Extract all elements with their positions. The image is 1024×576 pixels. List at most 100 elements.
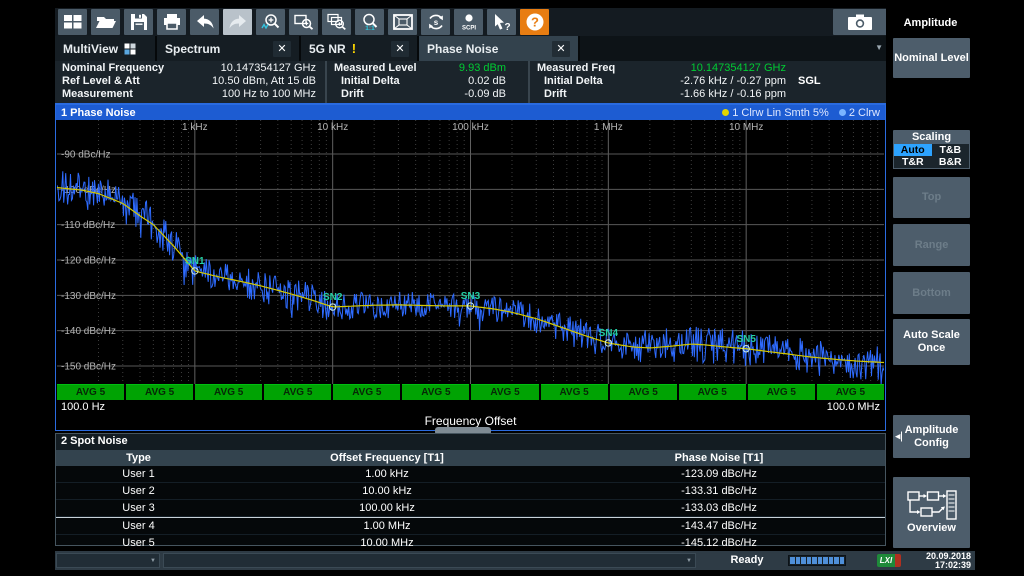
zoom-one-to-one-button[interactable]: 1:1	[355, 9, 384, 35]
scaling-option-t-b[interactable]: T&B	[932, 144, 970, 156]
spot-noise-row: User 41.00 MHz-143.47 dBc/Hz	[56, 517, 885, 535]
phase-noise-window: 1 Phase Noise 1 Clrw Lin Smth 5% 2 Clrw …	[55, 104, 886, 431]
svg-text:-140 dBc/Hz: -140 dBc/Hz	[61, 326, 116, 337]
info-label: Initial Delta	[537, 75, 603, 88]
scpi-icon: SCPI	[458, 13, 480, 31]
scpi-recorder-button[interactable]: SCPI	[454, 9, 483, 35]
display-frame-button[interactable]	[388, 9, 417, 35]
zoom-multiple-button[interactable]	[322, 9, 351, 35]
help-button[interactable]: ?	[520, 9, 549, 35]
tab-5g-nr-close-icon[interactable]: ✕	[391, 41, 409, 57]
context-help-button[interactable]: ?	[487, 9, 516, 35]
header-info-row: Nominal Frequency10.147354127 GHz	[55, 62, 325, 75]
phase-noise-window-title: 1 Phase Noise	[61, 107, 136, 119]
print-button[interactable]	[157, 9, 186, 35]
status-time: 17:02:39	[926, 561, 971, 570]
info-label: Drift	[334, 88, 364, 101]
zoom-display-button[interactable]	[256, 9, 285, 35]
save-icon	[128, 13, 150, 31]
save-button[interactable]	[124, 9, 153, 35]
tab-spectrum-close-icon[interactable]: ✕	[273, 41, 291, 57]
windows-button[interactable]	[58, 9, 87, 35]
zoom-multiple-icon	[326, 13, 348, 31]
progress-segment	[801, 557, 806, 564]
tab-overflow-icon[interactable]: ▼	[875, 43, 883, 52]
nominal-level-button[interactable]: Nominal Level	[893, 38, 970, 78]
tab-phase-noise-close-icon[interactable]: ✕	[552, 41, 570, 57]
top-button[interactable]: Top	[893, 177, 970, 218]
scaling-option-t-r[interactable]: T&R	[894, 156, 932, 168]
spot-noise-cell: User 1	[56, 466, 221, 482]
tab-5g-nr[interactable]: 5G NR ! ✕	[301, 36, 419, 61]
header-info-row: Measured Freq10.147354127 GHz	[530, 62, 886, 75]
range-button[interactable]: Range	[893, 224, 970, 266]
status-bar: ▼ ▼ Ready LXI 20.09.2018 17:02:39	[55, 551, 975, 570]
avg-count-segment: AVG 5	[264, 384, 331, 400]
top-label: Top	[922, 191, 941, 204]
avg-count-segment: AVG 5	[817, 384, 884, 400]
spot-noise-cell: -145.12 dBc/Hz	[553, 535, 885, 551]
measurement-header: Nominal Frequency10.147354127 GHzRef Lev…	[55, 61, 886, 104]
tab-bar: MultiView Spectrum ✕ 5G NR ! ✕ Phase Noi…	[55, 36, 893, 61]
open-file-button[interactable]	[91, 9, 120, 35]
zoom-area-button[interactable]	[289, 9, 318, 35]
tab-multiview[interactable]: MultiView	[55, 36, 157, 61]
svg-text:-90 dBc/Hz: -90 dBc/Hz	[61, 150, 110, 161]
amplitude-config-button[interactable]: ◀ Amplitude Config	[893, 415, 970, 458]
avg-count-segment: AVG 5	[748, 384, 815, 400]
warning-icon: !	[352, 41, 356, 56]
column-header-type: Type	[56, 450, 221, 466]
info-value: 10.147354127 GHz	[615, 62, 786, 75]
undo-button[interactable]	[190, 9, 219, 35]
zoom-display-icon	[260, 13, 282, 31]
redo-button[interactable]	[223, 9, 252, 35]
sweep-refresh-icon: s	[425, 13, 447, 31]
overview-flowchart-icon	[906, 490, 958, 520]
average-count-bar: AVG 5AVG 5AVG 5AVG 5AVG 5AVG 5AVG 5AVG 5…	[57, 384, 884, 400]
svg-text:-150 dBc/Hz: -150 dBc/Hz	[61, 361, 116, 372]
info-label: Measured Freq	[537, 62, 615, 75]
open-file-icon	[95, 13, 117, 31]
screenshot-button[interactable]	[833, 9, 887, 35]
header-info-row: Initial Delta-2.76 kHz / -0.27 ppmSGL	[530, 75, 886, 88]
bottom-label: Bottom	[912, 287, 951, 300]
spot-noise-cell: 1.00 kHz	[221, 466, 553, 482]
tab-5g-nr-label: 5G NR	[309, 42, 346, 56]
multiview-grid-icon	[124, 43, 136, 55]
bottom-button[interactable]: Bottom	[893, 272, 970, 314]
instrument-screen: 1:1 s SCPI	[55, 8, 975, 570]
scaling-option-auto[interactable]: Auto	[894, 144, 932, 156]
svg-text:100 kHz: 100 kHz	[452, 122, 489, 133]
progress-segment	[796, 557, 801, 564]
spot-noise-cell: -133.31 dBc/Hz	[553, 483, 885, 499]
phase-noise-chart[interactable]: 1 kHz10 kHz100 kHz1 MHz10 MHz-90 dBc/Hz-…	[57, 120, 884, 384]
overview-button[interactable]: Overview	[893, 477, 970, 548]
header-info-row: Ref Level & Att10.50 dBm, Att 15 dB	[55, 75, 325, 88]
trace1-legend-label: 1 Clrw Lin Smth 5%	[732, 107, 829, 119]
progress-segment	[829, 557, 834, 564]
header-column-level: Measured Level9.93 dBmInitial Delta0.02 …	[327, 61, 530, 103]
progress-segment	[834, 557, 839, 564]
status-dropdown-message[interactable]: ▼	[163, 553, 696, 568]
display-frame-icon	[392, 13, 414, 31]
scaling-option-b-r[interactable]: B&R	[932, 156, 970, 168]
tab-spectrum[interactable]: Spectrum ✕	[157, 36, 301, 61]
auto-scale-once-button[interactable]: Auto Scale Once	[893, 319, 970, 365]
progress-segment	[790, 557, 795, 564]
undo-icon	[194, 13, 216, 31]
overview-label: Overview	[907, 522, 956, 535]
spot-noise-cell: User 4	[56, 518, 221, 534]
windows-logo-icon	[62, 13, 84, 31]
context-help-label: ?	[504, 22, 510, 31]
spot-noise-cell: 10.00 kHz	[221, 483, 553, 499]
tab-phase-noise-label: Phase Noise	[427, 42, 498, 56]
dropdown-arrow-icon: ▼	[686, 558, 692, 564]
spot-noise-cell: User 3	[56, 500, 221, 516]
info-value: 10.147354127 GHz	[164, 62, 325, 75]
range-label: Range	[915, 239, 949, 252]
legend-trace1: 1 Clrw Lin Smth 5%	[722, 107, 829, 119]
sweep-refresh-button[interactable]: s	[421, 9, 450, 35]
status-dropdown-left[interactable]: ▼	[56, 553, 160, 568]
tab-phase-noise[interactable]: Phase Noise ✕	[419, 36, 580, 61]
avg-count-segment: AVG 5	[679, 384, 746, 400]
